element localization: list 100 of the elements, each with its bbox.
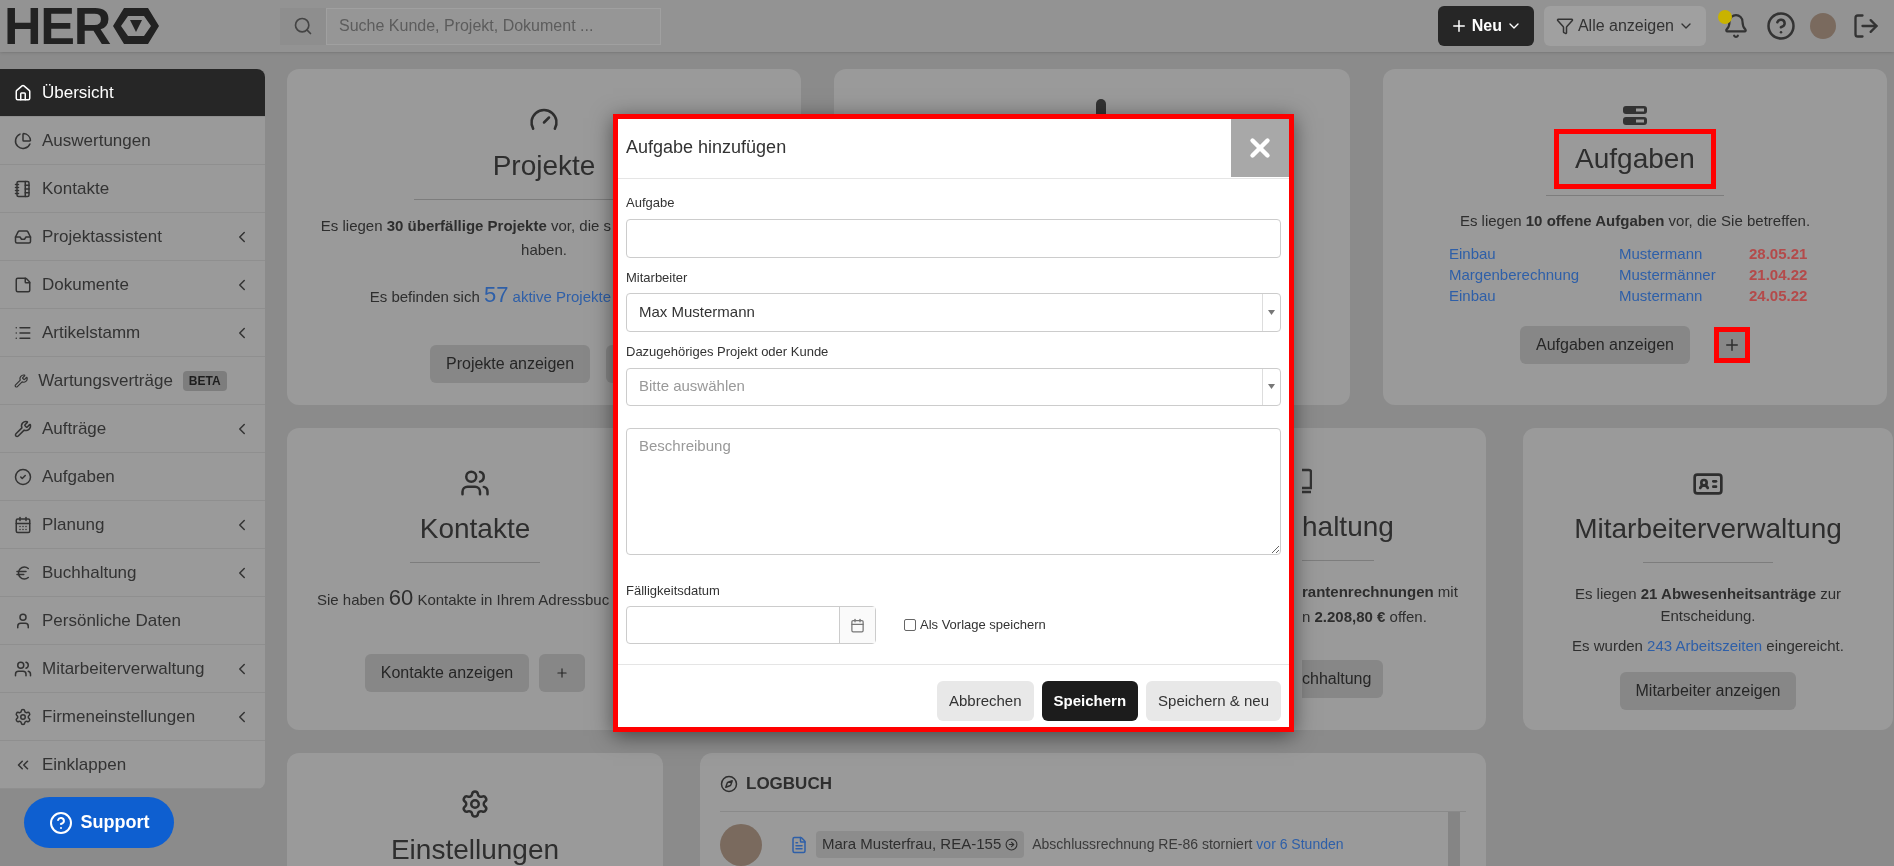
check-circle-icon xyxy=(14,467,32,486)
filter-icon xyxy=(1555,17,1574,35)
wrench-icon xyxy=(14,419,32,438)
task-date: 21.04.22 xyxy=(1749,264,1809,285)
active-projects-text: Es befinden sich 57 aktive Projekte xyxy=(369,287,611,305)
sidebar-item[interactable]: Kontakte xyxy=(0,165,265,213)
sidebar-item[interactable]: Wartungsverträge BETA xyxy=(0,357,265,405)
contact-chip[interactable]: Mara Musterfrau, REA-155 xyxy=(816,831,1025,858)
beta-badge: BETA xyxy=(182,370,227,391)
card-title: Einstellungen xyxy=(390,833,560,866)
sidebar-item[interactable]: Aufgaben xyxy=(0,453,265,501)
logo-icon xyxy=(111,6,160,46)
sidebar-label: Wartungsverträge xyxy=(38,369,173,392)
template-checkbox[interactable] xyxy=(904,619,916,631)
sidebar-label: Projektassistent xyxy=(42,225,163,248)
sidebar-label: Persönliche Daten xyxy=(42,609,182,632)
field-label: Fälligkeitsdatum xyxy=(626,581,721,600)
book-icon xyxy=(1302,468,1312,496)
field-label: Mitarbeiter xyxy=(626,268,689,287)
caret-icon xyxy=(1268,384,1275,389)
card-icon xyxy=(1096,99,1106,115)
active-projects-link[interactable]: 57 aktive Projekte xyxy=(483,287,611,305)
support-button[interactable]: Support xyxy=(24,797,174,848)
description-textarea[interactable]: Beschreibung xyxy=(626,427,1281,555)
search-icon-box[interactable] xyxy=(280,7,326,45)
sidebar-item[interactable]: Firmeneinstellungen xyxy=(0,693,265,741)
settings-icon xyxy=(460,789,490,819)
card-title: Mitarbeiterverwaltung xyxy=(1574,512,1842,546)
sidebar-label: Firmeneinstellungen xyxy=(42,705,197,728)
inbox-icon xyxy=(14,227,32,246)
compass-icon xyxy=(720,774,738,793)
home-icon xyxy=(14,83,32,102)
euro-icon xyxy=(14,563,32,582)
sidebar-item[interactable]: Dokumente xyxy=(0,261,265,309)
employee-select[interactable]: Max Mustermann xyxy=(626,293,1281,332)
avatar xyxy=(720,823,762,866)
card-title: haltung xyxy=(1302,510,1394,544)
new-button[interactable]: Neu xyxy=(1437,6,1534,46)
sidebar-item[interactable]: Planung xyxy=(0,501,265,549)
cancel-button[interactable]: Abbrechen xyxy=(937,681,1034,721)
arrow-circle-icon xyxy=(1005,838,1019,851)
avatar[interactable] xyxy=(1810,13,1836,39)
sidebar-label: Dokumente xyxy=(42,273,130,296)
sidebar-label: Aufgaben xyxy=(42,465,116,488)
settings-icon xyxy=(14,707,32,726)
time-link[interactable]: vor 6 Stunden xyxy=(1256,836,1344,852)
overdue-text: Es liegen 30 überfällige Projekte vor, die s xyxy=(320,217,611,234)
sidebar-item[interactable]: Einklappen xyxy=(0,741,265,789)
calendar-icon[interactable] xyxy=(850,617,865,633)
sidebar-item[interactable]: Auswertungen xyxy=(0,117,265,165)
bell-icon[interactable] xyxy=(1723,13,1749,39)
sidebar-item[interactable]: Buchhaltung xyxy=(0,549,265,597)
sidebar-item[interactable]: Projektassistent xyxy=(0,213,265,261)
logbook-title: LOGBUCH xyxy=(746,773,832,795)
date-field[interactable] xyxy=(626,606,876,644)
sidebar-item[interactable]: Übersicht xyxy=(0,69,265,117)
user-icon xyxy=(14,611,32,630)
search-icon xyxy=(293,16,313,36)
sidebar-label: Übersicht xyxy=(42,81,115,104)
users-icon xyxy=(14,659,32,678)
caret-icon xyxy=(1268,310,1275,315)
sidebar-label: Artikelstamm xyxy=(42,321,142,344)
sidebar-label: Kontakte xyxy=(42,177,111,200)
stacked-bars-icon xyxy=(1622,105,1648,127)
add-task-button[interactable] xyxy=(1713,326,1750,363)
card-title: Kontakte xyxy=(419,512,531,546)
invoices-text: rantenrechnungen mit xyxy=(1302,582,1458,602)
show-projects-button[interactable]: Projekte anzeigen xyxy=(430,344,591,383)
users-icon xyxy=(460,468,490,498)
notebook-icon xyxy=(14,179,32,198)
search-field[interactable]: Suche Kunde, Projekt, Dokument ... xyxy=(326,7,661,45)
show-contacts-button[interactable]: Kontakte anzeigen xyxy=(364,654,530,692)
sidebar-label: Planung xyxy=(42,513,106,536)
save-and-new-button[interactable]: Speichern & neu xyxy=(1146,681,1281,721)
note-icon xyxy=(14,275,32,294)
close-button[interactable] xyxy=(1231,119,1289,177)
filter-button[interactable]: Alle anzeigen xyxy=(1543,6,1706,46)
sidebar-item[interactable]: Persönliche Daten xyxy=(0,597,265,645)
overdue-text: haben. xyxy=(521,240,567,260)
show-employees-button[interactable]: Mitarbeiter anzeigen xyxy=(1619,671,1797,710)
field-label: Dazugehöriges Projekt oder Kunde xyxy=(626,343,830,361)
save-button[interactable]: Speichern xyxy=(1041,681,1139,721)
sidebar-item[interactable]: Artikelstamm xyxy=(0,309,265,357)
show-tasks-button[interactable]: Aufgaben anzeigen xyxy=(1520,325,1690,364)
task-date: 24.05.22 xyxy=(1749,285,1809,306)
sidebar-label: Einklappen xyxy=(42,753,128,776)
log-text: Abschlussrechnung RE-86 storniert vor 6 Stunden xyxy=(1032,835,1344,854)
sidebar-label: Auswertungen xyxy=(42,129,152,152)
help-icon xyxy=(48,810,73,835)
help-icon[interactable] xyxy=(1766,11,1796,41)
sidebar-item[interactable]: Aufträge xyxy=(0,405,265,453)
task-input[interactable] xyxy=(626,218,1281,258)
pie-chart-icon xyxy=(14,131,32,150)
accounting-button[interactable]: chhaltung xyxy=(1302,660,1384,698)
sidebar-label: Aufträge xyxy=(42,417,108,440)
checkbox-label: Als Vorlage speichern xyxy=(920,616,1046,635)
logout-icon[interactable] xyxy=(1852,12,1880,40)
sidebar-item[interactable]: Mitarbeiterverwaltung xyxy=(0,645,265,693)
field-label: Aufgabe xyxy=(626,194,676,212)
project-select[interactable]: Bitte auswählen xyxy=(626,367,1281,406)
